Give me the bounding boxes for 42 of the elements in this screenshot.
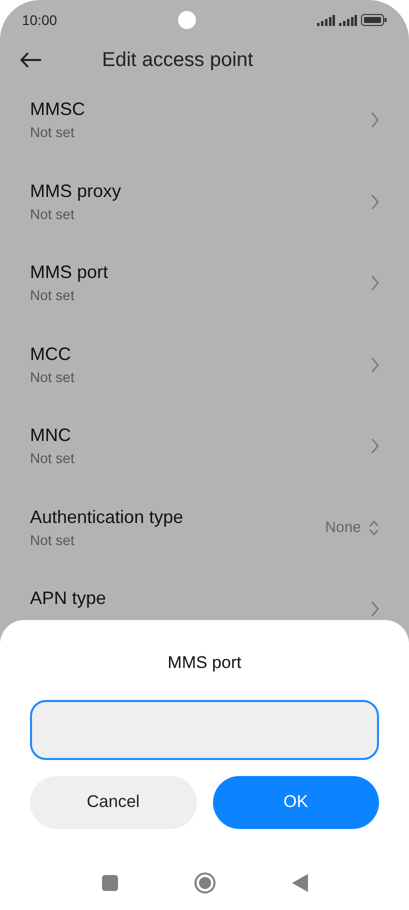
status-time: 10:00 xyxy=(22,10,58,30)
dialog-title: MMS port xyxy=(166,652,242,674)
chevron-right-icon xyxy=(371,275,379,292)
setting-row[interactable]: Authentication type Not set None xyxy=(0,486,409,568)
chevron-right-icon xyxy=(371,601,379,618)
battery-icon xyxy=(360,14,387,26)
page-title: Edit access point xyxy=(102,48,254,73)
back-icon[interactable] xyxy=(292,874,308,892)
up-down-icon xyxy=(369,520,379,536)
setting-row[interactable]: APN type xyxy=(0,568,409,650)
setting-title: APN type xyxy=(30,587,106,610)
setting-title: MMS port xyxy=(30,261,108,284)
setting-row[interactable]: MMS proxy Not set xyxy=(0,160,409,242)
setting-title: MCC xyxy=(30,342,72,366)
setting-title: MNC xyxy=(30,424,72,448)
home-icon[interactable] xyxy=(194,872,216,894)
selected-option: None xyxy=(325,516,361,539)
chevron-right-icon xyxy=(371,194,379,210)
ok-button[interactable]: OK xyxy=(212,776,379,828)
setting-value: Not set xyxy=(30,368,74,387)
signal-icon xyxy=(338,14,357,26)
input-field[interactable] xyxy=(30,700,379,760)
setting-value: Not set xyxy=(30,123,76,142)
chevron-right-icon xyxy=(371,438,379,454)
setting-title: MMS proxy xyxy=(30,180,122,203)
setting-row[interactable]: MNC Not set xyxy=(0,405,409,486)
setting-row[interactable]: MMSC Not set xyxy=(0,79,409,160)
chevron-right-icon xyxy=(371,112,379,128)
setting-title: MMSC xyxy=(30,98,85,122)
back-arrow-icon[interactable] xyxy=(20,52,42,68)
setting-value: Not set xyxy=(30,449,74,468)
signal-icon xyxy=(316,14,335,26)
cancel-button[interactable]: Cancel xyxy=(30,776,196,828)
setting-title: Authentication type xyxy=(30,506,184,529)
setting-row[interactable]: MMS port Not set xyxy=(0,242,409,324)
setting-value: Not set xyxy=(30,204,76,224)
chevron-right-icon xyxy=(371,356,379,373)
camera-cutout xyxy=(178,11,196,29)
recents-icon[interactable] xyxy=(102,875,118,891)
setting-value: Not set xyxy=(30,286,76,306)
setting-value: Not set xyxy=(30,530,76,550)
setting-row[interactable]: MCC Not set xyxy=(0,324,409,405)
